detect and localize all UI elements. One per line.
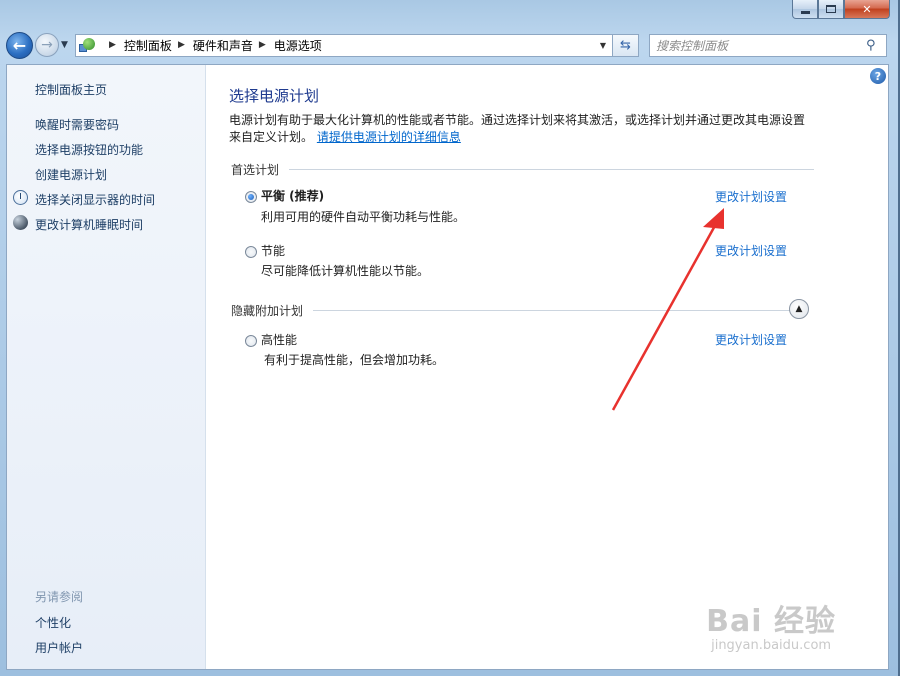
hidden-plans-header[interactable]: 隐藏附加计划 (231, 302, 796, 319)
intro-text: 电源计划有助于最大化计算机的性能或者节能。通过选择计划来将其激活，或选择计划并通… (229, 112, 819, 146)
see-also-heading: 另请参阅 (35, 590, 84, 604)
caption-buttons: ✕ (792, 0, 890, 20)
back-button[interactable]: ← (6, 31, 33, 59)
divider (313, 310, 796, 311)
close-button[interactable]: ✕ (844, 0, 890, 19)
close-icon: ✕ (862, 2, 872, 16)
recent-pages-dropdown[interactable]: ▼ (61, 40, 73, 50)
baidu-watermark-logo: Bai 经验 jingyan.baidu.com (706, 596, 836, 653)
address-dropdown-icon[interactable]: ▼ (594, 41, 612, 50)
sidebar-item-create-plan[interactable]: 创建电源计划 (35, 166, 107, 183)
plan-desc-power-saver: 尽可能降低计算机性能以节能。 (261, 264, 430, 278)
plan-name-balanced[interactable]: 平衡 (推荐) (261, 187, 324, 204)
breadcrumb-separator-icon[interactable]: ▶ (178, 40, 185, 50)
breadcrumb-separator-icon[interactable]: ▶ (109, 40, 116, 50)
sidebar-item-wake-password[interactable]: 唤醒时需要密码 (35, 116, 119, 133)
change-plan-settings-power-saver[interactable]: 更改计划设置 (715, 242, 787, 259)
plan-details-link[interactable]: 请提供电源计划的详细信息 (317, 130, 461, 144)
sidebar-item-power-button[interactable]: 选择电源按钮的功能 (35, 141, 143, 158)
collapse-chevron-up-icon[interactable]: ▲ (789, 299, 809, 319)
sidebar-item-personalization[interactable]: 个性化 (35, 614, 71, 631)
breadcrumb-separator-icon[interactable]: ▶ (259, 40, 266, 50)
plan-desc-high-performance: 有利于提高性能，但会增加功耗。 (264, 353, 445, 367)
minimize-button[interactable] (792, 0, 818, 19)
window-frame: ✕ ← → ▼ ▶ 控制面板 ▶ 硬件和声音 ▶ 电源选项 ▼ ⇆ 搜索控制面板… (0, 0, 900, 676)
sidebar-item-home[interactable]: 控制面板主页 (35, 81, 107, 98)
maximize-button[interactable] (818, 0, 844, 19)
radio-power-saver[interactable] (245, 246, 257, 258)
breadcrumb-power-options[interactable]: 电源选项 (274, 37, 322, 54)
plan-desc-balanced: 利用可用的硬件自动平衡功耗与性能。 (261, 210, 466, 224)
refresh-icon: ⇆ (620, 37, 631, 53)
clock-icon (13, 190, 28, 205)
preferred-plans-label: 首选计划 (231, 163, 280, 177)
watermark-brand: Bai 经验 (706, 604, 836, 639)
forward-button[interactable]: → (35, 33, 59, 57)
intro-line-2: 来自定义计划。 (229, 130, 314, 144)
minimize-icon (800, 10, 810, 14)
search-input[interactable]: 搜索控制面板 ⚲ (649, 33, 887, 57)
radio-balanced[interactable] (245, 191, 257, 203)
preferred-plans-header: 首选计划 (231, 161, 815, 178)
plan-name-power-saver[interactable]: 节能 (261, 242, 285, 259)
forward-arrow-icon: → (41, 37, 53, 53)
help-icon[interactable]: ? (870, 68, 886, 84)
sidebar: 控制面板主页 唤醒时需要密码 选择电源按钮的功能 创建电源计划 选择关闭显示器的… (7, 65, 206, 669)
hidden-plans-label: 隐藏附加计划 (231, 304, 304, 318)
plan-name-high-performance[interactable]: 高性能 (261, 331, 297, 348)
breadcrumb-hardware-sound[interactable]: 硬件和声音 (193, 37, 253, 54)
change-plan-settings-high-performance[interactable]: 更改计划设置 (715, 331, 787, 348)
breadcrumb-control-panel[interactable]: 控制面板 (124, 37, 172, 54)
search-icon[interactable]: ⚲ (866, 38, 886, 53)
refresh-button[interactable]: ⇆ (613, 33, 639, 57)
sidebar-item-user-accounts[interactable]: 用户帐户 (35, 639, 83, 656)
navigation-bar: ← → ▼ ▶ 控制面板 ▶ 硬件和声音 ▶ 电源选项 ▼ ⇆ 搜索控制面板 ⚲ (6, 30, 888, 60)
divider (289, 169, 815, 170)
back-arrow-icon: ← (12, 35, 27, 55)
watermark-url: jingyan.baidu.com (711, 638, 832, 653)
radio-high-performance[interactable] (245, 335, 257, 347)
sidebar-item-sleep-time[interactable]: 更改计算机睡眠时间 (35, 216, 143, 233)
control-panel-icon (79, 37, 99, 53)
moon-icon (13, 215, 28, 230)
change-plan-settings-balanced[interactable]: 更改计划设置 (715, 188, 787, 205)
intro-line-1: 电源计划有助于最大化计算机的性能或者节能。通过选择计划来将其激活，或选择计划并通… (229, 113, 806, 127)
search-placeholder: 搜索控制面板 (656, 38, 729, 53)
address-bar[interactable]: ▶ 控制面板 ▶ 硬件和声音 ▶ 电源选项 ▼ (75, 33, 613, 57)
maximize-icon (826, 5, 836, 13)
content-pane: 控制面板主页 唤醒时需要密码 选择电源按钮的功能 创建电源计划 选择关闭显示器的… (6, 64, 889, 670)
page-title: 选择电源计划 (229, 87, 320, 105)
sidebar-item-display-off[interactable]: 选择关闭显示器的时间 (35, 191, 155, 208)
